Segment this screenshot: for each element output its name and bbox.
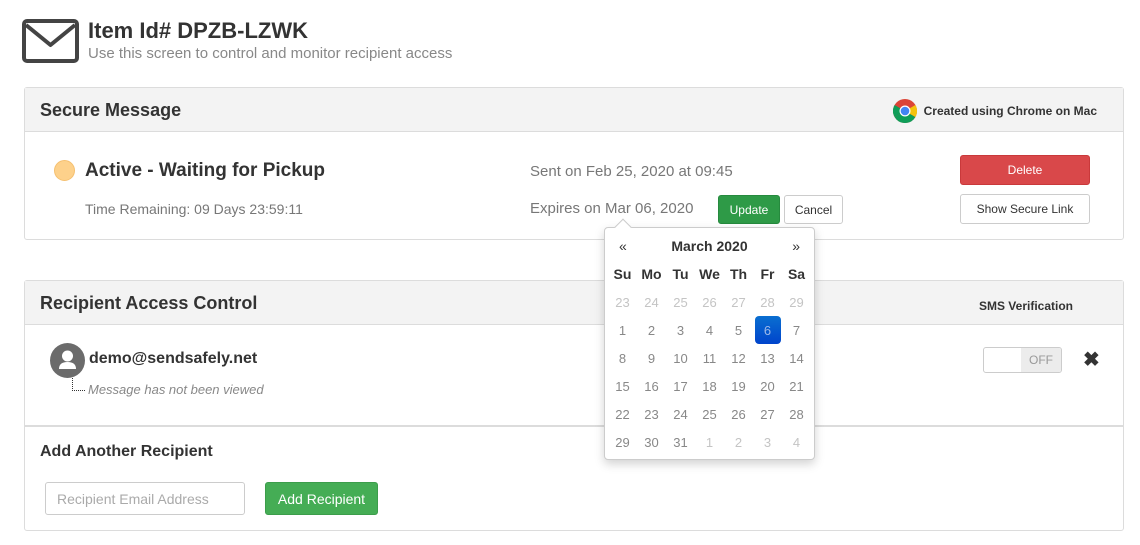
weekday-label: Th [729,266,748,282]
expires-on[interactable]: Expires on Mar 06, 2020 [530,200,693,217]
calendar-day[interactable]: 1 [608,316,637,344]
weekday-label: Sa [787,266,806,282]
calendar-day[interactable]: 19 [724,372,753,400]
calendar-day[interactable]: 15 [608,372,637,400]
sms-verification-label: SMS Verification [978,299,1073,313]
secure-message-title: Secure Message [40,100,182,120]
calendar-day[interactable]: 7 [782,316,811,344]
date-picker-grid: Su Mo Tu We Th Fr Sa 23 24 25 26 27 28 29 1 2 3 4 5 6 7 8 9 10 1… [608,260,811,456]
calendar-day[interactable]: 4 [782,428,811,456]
show-secure-link-button[interactable]: Show Secure Link [960,194,1090,224]
prev-month-icon[interactable]: « [619,238,627,254]
calendar-day[interactable]: 25 [666,288,695,316]
close-icon[interactable]: ✖ [1083,347,1100,372]
status-indicator-icon [54,160,75,181]
chrome-icon [892,99,917,123]
calendar-day[interactable]: 29 [782,288,811,316]
calendar-day[interactable]: 3 [666,316,695,344]
status-text: Active - Waiting for Pickup [85,160,325,181]
calendar-day[interactable]: 26 [724,400,753,428]
calendar-day[interactable]: 28 [782,400,811,428]
date-picker: March 2020 « » Su Mo Tu We Th Fr Sa 23 24 25 26 27 2… [604,218,815,460]
recipient-email-input[interactable] [45,482,245,515]
calendar-week-row: 29 30 31 1 2 3 4 [608,428,811,456]
calendar-day[interactable]: 20 [753,372,782,400]
page-subtitle: Use this screen to control and monitor r… [88,45,453,62]
calendar-day[interactable]: 14 [782,344,811,372]
date-picker-header: March 2020 « » [605,237,814,257]
weekday-label: Mo [641,266,662,282]
calendar-day[interactable]: 22 [608,400,637,428]
recipient-email: demo@sendsafely.net [89,350,258,367]
cancel-button[interactable]: Cancel [784,195,843,224]
calendar-day[interactable]: 18 [695,372,724,400]
calendar-week-row: 22 23 24 25 26 27 28 [608,400,811,428]
calendar-day[interactable]: 4 [695,316,724,344]
date-picker-month[interactable]: March 2020 [605,238,814,254]
calendar-week-row: 15 16 17 18 19 20 21 [608,372,811,400]
calendar-day[interactable]: 2 [724,428,753,456]
calendar-day[interactable]: 31 [666,428,695,456]
calendar-day[interactable]: 12 [724,344,753,372]
calendar-day[interactable]: 9 [637,344,666,372]
recipient-view-status: Message has not been viewed [88,382,264,397]
calendar-day[interactable]: 2 [637,316,666,344]
user-avatar-icon [50,343,85,378]
calendar-day[interactable]: 16 [637,372,666,400]
calendar-day[interactable]: 21 [782,372,811,400]
secure-message-panel: Secure Message Created using Chrome on M… [24,87,1124,240]
secure-message-header: Secure Message Created using Chrome on M… [25,88,1123,132]
calendar-day[interactable]: 8 [608,344,637,372]
section-divider [25,425,1123,427]
calendar-week-row: 1234567 [608,316,811,344]
calendar-day[interactable]: 23 [637,400,666,428]
calendar-day[interactable]: 25 [695,400,724,428]
delete-button[interactable]: Delete [960,155,1090,185]
calendar-day[interactable]: 1 [695,428,724,456]
update-button[interactable]: Update [718,195,780,224]
add-recipient-button[interactable]: Add Recipient [265,482,378,515]
calendar-day[interactable]: 28 [753,288,782,316]
calendar-day[interactable]: 10 [666,344,695,372]
created-with: Created using Chrome on Mac [892,99,1097,123]
created-text: Created using Chrome on Mac [923,104,1097,118]
calendar-day[interactable]: 3 [753,428,782,456]
calendar-day[interactable]: 11 [695,344,724,372]
calendar-day[interactable]: 24 [666,400,695,428]
calendar-week-row: 23 24 25 26 27 28 29 [608,288,811,316]
time-remaining: Time Remaining: 09 Days 23:59:11 [85,201,303,217]
calendar-day[interactable]: 24 [637,288,666,316]
weekday-label: We [699,266,720,282]
recipient-access-panel: Recipient Access Control SMS Verificatio… [24,280,1124,531]
calendar-day[interactable]: 27 [753,400,782,428]
calendar-day-selected[interactable]: 6 [754,316,781,344]
add-recipient-title: Add Another Recipient [40,443,213,460]
page-title: Item Id# DPZB-LZWK [88,18,308,43]
weekday-label: Su [613,266,632,282]
calendar-day[interactable]: 30 [637,428,666,456]
envelope-icon [22,19,79,63]
weekday-label: Tu [672,266,689,282]
weekday-header-row: Su Mo Tu We Th Fr Sa [608,260,811,288]
toggle-off-label: OFF [1021,348,1061,372]
calendar-day[interactable]: 27 [724,288,753,316]
recipient-access-header: Recipient Access Control SMS Verificatio… [25,281,1123,325]
calendar-day[interactable]: 29 [608,428,637,456]
recipient-access-title: Recipient Access Control [40,293,258,313]
calendar-day[interactable]: 23 [608,288,637,316]
sent-on: Sent on Feb 25, 2020 at 09:45 [530,163,733,180]
weekday-label: Fr [760,266,775,282]
calendar-day[interactable]: 17 [666,372,695,400]
calendar-day[interactable]: 5 [724,316,753,344]
calendar-day[interactable]: 26 [695,288,724,316]
calendar-week-row: 8 9 10 11 12 13 14 [608,344,811,372]
sms-verification-toggle[interactable]: OFF [983,347,1062,373]
tree-connector [72,378,85,391]
calendar-day[interactable]: 13 [753,344,782,372]
next-month-icon[interactable]: » [792,238,800,254]
